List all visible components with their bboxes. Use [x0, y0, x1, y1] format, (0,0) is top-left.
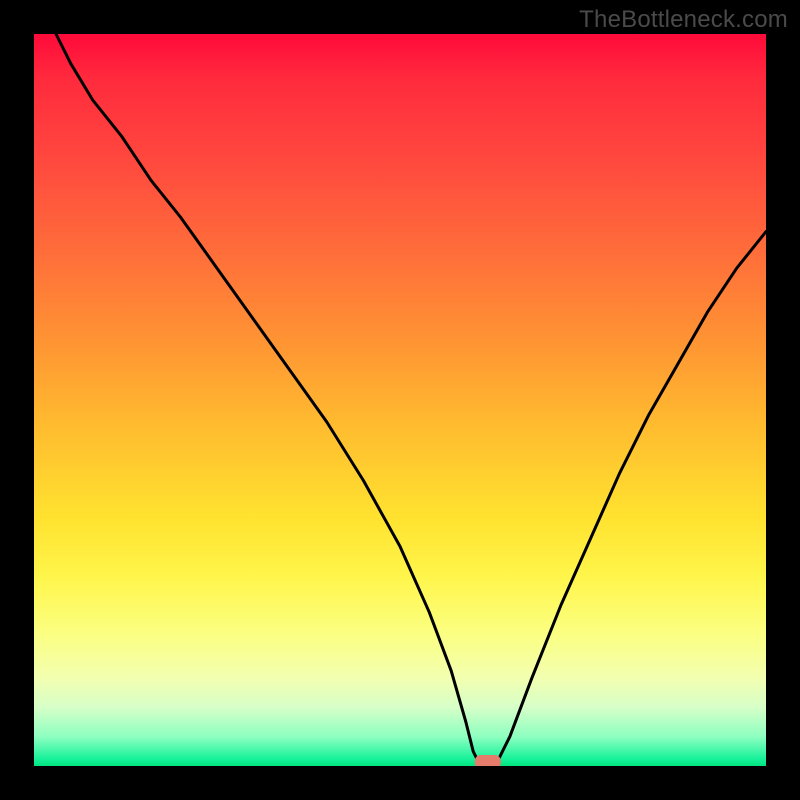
- bottleneck-curve: [56, 34, 766, 766]
- chart-frame: TheBottleneck.com: [0, 0, 800, 800]
- watermark-text: TheBottleneck.com: [579, 6, 788, 34]
- curve-svg: [34, 34, 766, 766]
- plot-area: [34, 34, 766, 766]
- minimum-marker-icon: [475, 755, 501, 766]
